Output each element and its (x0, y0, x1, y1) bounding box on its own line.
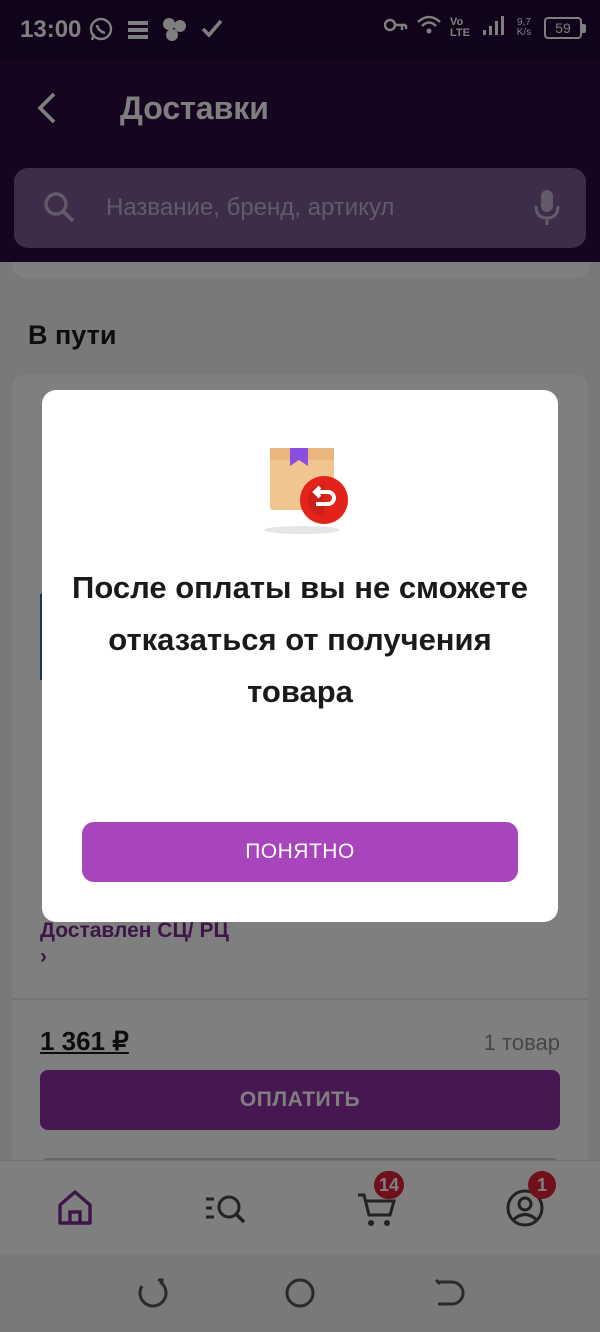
dialog-message: После оплаты вы не сможете отказаться от… (72, 570, 528, 709)
understood-button[interactable]: ПОНЯТНО (82, 822, 518, 882)
info-dialog: После оплаты вы не сможете отказаться от… (42, 390, 558, 922)
return-box-icon (262, 444, 352, 541)
